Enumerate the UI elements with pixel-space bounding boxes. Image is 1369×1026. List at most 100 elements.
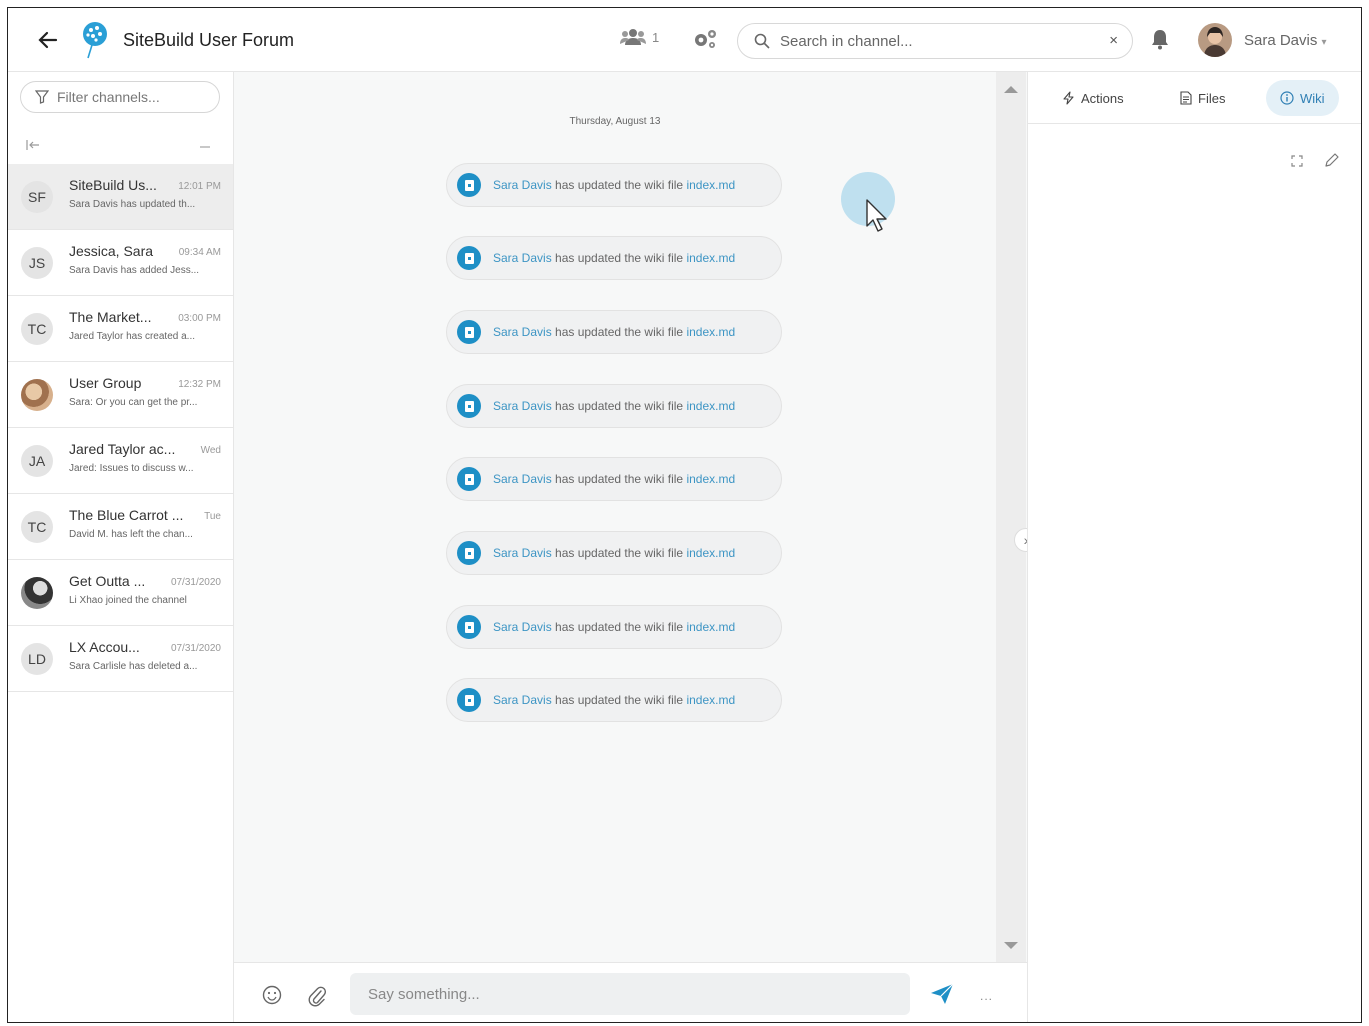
scrollbar[interactable] [996,72,1026,962]
tab-files[interactable]: Files [1166,80,1239,116]
filter-icon [35,90,49,104]
channel-preview: Jared Taylor has created a... [69,331,195,342]
info-icon [1280,91,1294,105]
lightning-icon [1063,91,1074,105]
channel-item[interactable]: TC The Market... 03:00 PM Jared Taylor h… [8,296,233,362]
channel-time: Tue [204,511,221,522]
file-update-icon [457,173,481,197]
file-update-icon [457,320,481,344]
minimize-icon[interactable] [200,146,210,148]
message-file-link[interactable]: index.md [686,693,735,707]
filter-input[interactable] [57,89,207,105]
channel-search[interactable]: × [737,23,1133,59]
message-composer: ... [234,962,1027,1022]
tab-label: Files [1198,90,1226,106]
user-avatar[interactable] [1198,23,1232,57]
system-message[interactable]: Sara Davis has updated the wiki file ind… [446,163,782,207]
attachment-paperclip-icon[interactable] [308,985,326,1007]
channel-item[interactable]: LD LX Accou... 07/31/2020 Sara Carlisle … [8,626,233,692]
tab-actions[interactable]: Actions [1048,80,1138,116]
channel-time: 07/31/2020 [170,643,221,654]
system-message[interactable]: Sara Davis has updated the wiki file ind… [446,236,782,280]
message-action: has updated the wiki file [551,325,687,339]
channel-time: 07/31/2020 [170,577,221,588]
collapse-sidebar-icon[interactable] [26,140,40,150]
expand-fullscreen-icon[interactable] [1291,155,1303,167]
clear-search-icon[interactable]: × [1109,32,1118,49]
system-message[interactable]: Sara Davis has updated the wiki file ind… [446,457,782,501]
members-button[interactable]: 1 [620,28,659,46]
mouse-cursor-icon [866,199,887,232]
message-action: has updated the wiki file [551,472,687,486]
channel-avatar: TC [21,511,53,543]
message-user-link[interactable]: Sara Davis [493,546,552,560]
tab-wiki[interactable]: Wiki [1266,80,1339,116]
message-action: has updated the wiki file [551,620,687,634]
channel-name: Get Outta ... [69,573,146,589]
message-user-link[interactable]: Sara Davis [493,472,552,486]
emoji-icon[interactable] [262,985,282,1005]
date-separator: Thursday, August 13 [569,116,661,127]
channel-time: 09:34 AM [178,247,221,258]
channel-preview: Sara: Or you can get the pr... [69,397,198,408]
message-action: has updated the wiki file [551,178,687,192]
channel-preview: Sara Davis has updated th... [69,199,196,210]
notifications-bell-icon[interactable] [1151,28,1169,50]
channel-avatar: LD [21,643,53,675]
user-name: Sara Davis [1244,32,1318,49]
message-file-link[interactable]: index.md [686,620,735,634]
chevron-down-icon: ▾ [1321,37,1327,48]
channel-item[interactable]: User Group 12:32 PM Sara: Or you can get… [8,362,233,428]
channel-preview: Sara Carlisle has deleted a... [69,661,198,672]
channel-name: Jared Taylor ac... [69,441,176,457]
message-file-link[interactable]: index.md [686,472,735,486]
message-file-link[interactable]: index.md [686,399,735,413]
search-input[interactable] [780,32,1080,50]
user-menu[interactable]: Sara Davis ▾ [1244,32,1327,49]
channel-item[interactable]: SF SiteBuild Us... 12:01 PM Sara Davis h… [8,164,233,230]
message-user-link[interactable]: Sara Davis [493,325,552,339]
file-update-icon [457,541,481,565]
channel-item[interactable]: JS Jessica, Sara 09:34 AM Sara Davis has… [8,230,233,296]
message-action: has updated the wiki file [551,693,687,707]
back-arrow-icon[interactable] [36,28,60,52]
message-user-link[interactable]: Sara Davis [493,251,552,265]
filter-channels[interactable] [20,81,220,113]
system-message[interactable]: Sara Davis has updated the wiki file ind… [446,605,782,649]
more-options-icon[interactable]: ... [980,989,993,1003]
tab-label: Wiki [1300,90,1325,106]
channel-preview: Sara Davis has added Jess... [69,265,200,276]
channel-item[interactable]: JA Jared Taylor ac... Wed Jared: Issues … [8,428,233,494]
channel-name: Jessica, Sara [69,243,154,259]
message-user-link[interactable]: Sara Davis [493,178,552,192]
people-icon [620,29,646,45]
document-icon [1180,91,1192,105]
message-user-link[interactable]: Sara Davis [493,693,552,707]
channel-time: 12:01 PM [178,181,221,192]
scroll-down-arrow-icon[interactable] [1004,942,1018,949]
system-message[interactable]: Sara Davis has updated the wiki file ind… [446,678,782,722]
system-message[interactable]: Sara Davis has updated the wiki file ind… [446,384,782,428]
message-user-link[interactable]: Sara Davis [493,620,552,634]
settings-gears-icon[interactable] [692,28,718,50]
message-file-link[interactable]: index.md [686,325,735,339]
right-panel-tabs: Actions Files Wiki [1028,72,1361,124]
channel-item[interactable]: TC The Blue Carrot ... Tue David M. has … [8,494,233,560]
system-message[interactable]: Sara Davis has updated the wiki file ind… [446,310,782,354]
edit-pencil-icon[interactable] [1324,152,1340,168]
channel-item[interactable]: Get Outta ... 07/31/2020 Li Xhao joined … [8,560,233,626]
scroll-up-arrow-icon[interactable] [1004,86,1018,93]
message-user-link[interactable]: Sara Davis [493,399,552,413]
channel-name: The Market... [69,309,152,325]
tab-label: Actions [1081,90,1124,106]
message-file-link[interactable]: index.md [686,251,735,265]
file-update-icon [457,246,481,270]
message-file-link[interactable]: index.md [686,546,735,560]
send-paper-plane-icon[interactable] [930,983,954,1005]
channel-avatar: SF [21,181,53,213]
channel-preview: Li Xhao joined the channel [69,595,187,606]
message-input[interactable] [350,973,910,1015]
message-file-link[interactable]: index.md [686,178,735,192]
system-message[interactable]: Sara Davis has updated the wiki file ind… [446,531,782,575]
channel-name: The Blue Carrot ... [69,507,184,523]
